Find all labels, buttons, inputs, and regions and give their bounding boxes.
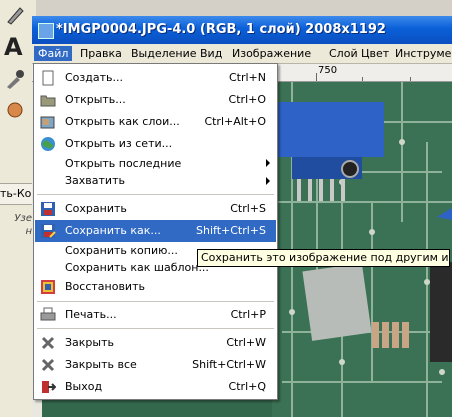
menu-image[interactable]: Изображение [228, 46, 315, 61]
ruler-tick [316, 73, 317, 81]
menu-separator [37, 301, 274, 302]
tool-options-body: Узе н [0, 205, 36, 417]
menu-separator [37, 194, 274, 195]
menu-item-open-location[interactable]: Открыть из сети... [35, 133, 276, 155]
globe-icon [41, 137, 55, 151]
open-as-layers-icon [40, 116, 55, 129]
menu-item-save-as[interactable]: Сохранить как... Shift+Ctrl+S [35, 220, 276, 242]
pen-tool-icon[interactable] [4, 4, 26, 26]
menu-item-open-recent[interactable]: Открыть последние [35, 155, 276, 172]
menu-bar: Файл Правка Выделение Вид Изображение Сл… [32, 44, 452, 64]
title-bar[interactable]: *IMGP0004.JPG-4.0 (RGB, 1 слой) 2008x119… [32, 16, 452, 44]
ruler-label: 750 [318, 65, 338, 76]
menu-item-acquire[interactable]: Захватить [35, 172, 276, 190]
printer-icon [40, 307, 56, 321]
menu-view[interactable]: Вид [196, 46, 226, 61]
menu-item-print[interactable]: Печать... Ctrl+P [35, 304, 276, 326]
tool-options-tab[interactable]: ть-Ко [0, 183, 36, 205]
menu-item-close-all[interactable]: Закрыть все Shift+Ctrl+W [35, 354, 276, 376]
text-tool-icon[interactable]: A [4, 33, 26, 61]
new-file-icon [42, 70, 54, 86]
menu-item-quit[interactable]: Выход Ctrl+Q [35, 376, 276, 398]
submenu-arrow-icon [266, 159, 270, 167]
smudge-tool-icon[interactable] [4, 98, 26, 120]
menu-item-save[interactable]: Сохранить Ctrl+S [35, 198, 276, 220]
file-menu-dropdown: Создать... Ctrl+N Открыть... Ctrl+O Откр… [33, 63, 278, 400]
menu-item-open-as-layers[interactable]: Открыть как слои... Ctrl+Alt+O [35, 111, 276, 133]
menu-item-open[interactable]: Открыть... Ctrl+O [35, 89, 276, 111]
tool-options-text: Узе [14, 213, 32, 224]
window-title: *IMGP0004.JPG-4.0 (RGB, 1 слой) 2008x119… [56, 22, 386, 37]
tooltip: Сохранить это изображение под другим име… [197, 249, 450, 267]
save-icon [41, 202, 55, 216]
menu-edit[interactable]: Правка [76, 46, 126, 61]
open-folder-icon [40, 95, 56, 107]
app-icon [38, 23, 54, 39]
revert-icon [41, 280, 55, 294]
menu-select[interactable]: Выделение [127, 46, 201, 61]
menu-color[interactable]: Цвет [357, 46, 393, 61]
menu-file[interactable]: Файл [34, 46, 73, 61]
close-all-icon [41, 358, 55, 372]
menu-item-new[interactable]: Создать... Ctrl+N [35, 67, 276, 89]
menu-separator [37, 328, 274, 329]
save-as-icon [41, 224, 56, 238]
ruler-tick [410, 77, 411, 81]
close-icon [41, 336, 55, 350]
color-picker-tool-icon[interactable] [4, 68, 26, 90]
menu-item-revert[interactable]: Восстановить [35, 276, 276, 298]
submenu-arrow-icon [266, 177, 270, 185]
menu-item-close[interactable]: Закрыть Ctrl+W [35, 332, 276, 354]
quit-icon [42, 381, 56, 393]
ruler-tick [362, 77, 363, 81]
menu-tools[interactable]: Инструменты [391, 46, 452, 61]
